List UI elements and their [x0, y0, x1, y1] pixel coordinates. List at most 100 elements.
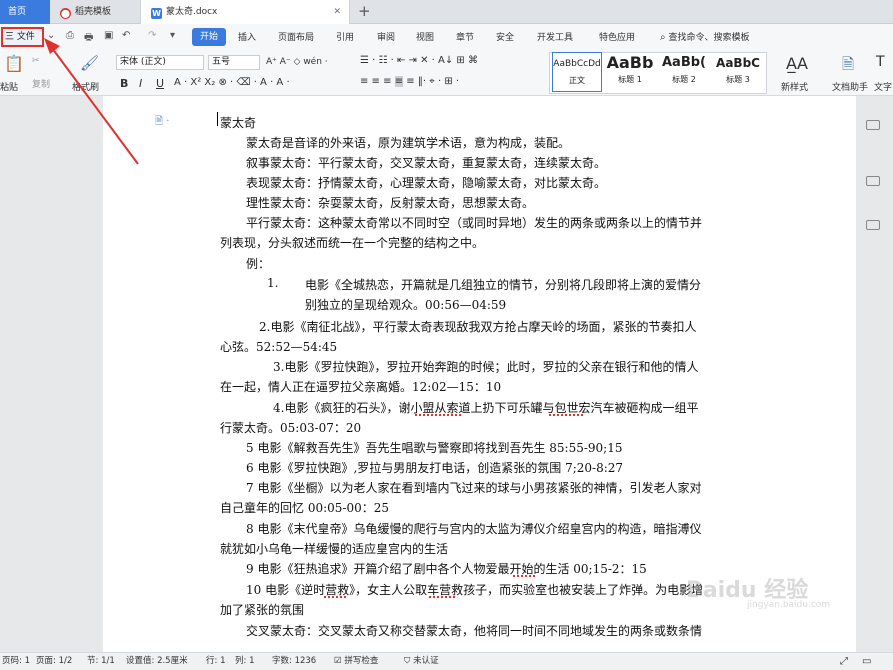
style-heading-1-label: 标题 1 — [618, 75, 642, 84]
doc-line: 列表现，分头叙述而统一在一个完整的结构之中。 — [220, 236, 485, 250]
view-mode-icon[interactable]: ▭ — [862, 653, 871, 670]
word-doc-icon: W — [151, 8, 162, 19]
doc-line: 8 电影《末代皇帝》乌龟缓慢的爬行与宫内的太监为溥仪介绍皇宫内的构造，暗指溥仪 — [246, 522, 702, 536]
print-icon[interactable]: 🖶 — [84, 30, 93, 47]
doc-line: 2.电影《南征北战》，平行蒙太奇表现敌我双方抢占摩天岭的场面，紧张的节奏扣人 — [259, 320, 697, 334]
search-command[interactable]: ⌕ 查找命令、搜索模板 — [660, 30, 750, 43]
doc-line: 7 电影《坐橱》以为老人家在看到墙内飞过来的球与小男孩紧张的神情，引发老人家对 — [246, 481, 702, 495]
style-normal[interactable]: AaBbCcDd 正文 — [552, 52, 602, 92]
style-heading-2[interactable]: AaBb( 标题 2 — [658, 52, 710, 92]
bold-button[interactable]: B — [120, 77, 128, 90]
status-setting: 设置值: 2.5厘米 — [126, 656, 188, 666]
file-menu-button[interactable]: 三 文件 — [1, 27, 44, 47]
tab-chapter[interactable]: 章节 — [456, 30, 474, 43]
font-size-select[interactable]: 五号 — [208, 55, 260, 70]
doc-assistant-button[interactable]: 文档助手 — [832, 80, 868, 93]
sidebar-panel-icon[interactable] — [866, 176, 880, 186]
copy-button[interactable]: 复制 — [32, 77, 50, 90]
style-normal-label: 正文 — [569, 76, 585, 85]
doc-line: 行蒙太奇。05:03-07：20 — [220, 421, 362, 435]
tab-review[interactable]: 审阅 — [377, 30, 395, 43]
tab-bar: 首页 ⬤ 稻壳模板 W 蒙太奇.docx ✕ + — [0, 0, 893, 24]
doc-line: 3.电影《罗拉快跑》，罗拉开始奔跑的时候；此时，罗拉的父亲在银行和他的情人 — [273, 360, 699, 374]
cut-icon[interactable]: ✂ — [32, 56, 40, 66]
tab-start[interactable]: 开始 — [192, 28, 226, 46]
status-page-code: 页码: 1 — [2, 656, 30, 666]
font-grow-icon[interactable]: A⁺ A⁻ ◇ wén · — [266, 57, 328, 67]
tab-page-layout[interactable]: 页面布局 — [278, 30, 314, 43]
tab-document[interactable]: W 蒙太奇.docx ✕ — [140, 0, 350, 24]
doc-line: 理性蒙太奇：杂耍蒙太奇，反射蒙太奇，思想蒙太奇。 — [246, 196, 535, 210]
tab-document-label: 蒙太奇.docx — [166, 7, 218, 17]
style-normal-sample: AaBbCcDd — [553, 59, 601, 69]
paste-icon[interactable]: 📋 — [4, 54, 24, 73]
new-style-icon[interactable]: A̲A — [786, 54, 808, 73]
tab-template-label: 稻壳模板 — [75, 7, 112, 17]
save-icon[interactable]: ⎙ — [66, 30, 74, 41]
doc-line: 叙事蒙太奇：平行蒙太奇，交叉蒙太奇，重复蒙太奇，连续蒙太奇。 — [246, 156, 607, 170]
status-row: 行: 1 — [206, 656, 226, 666]
search-command-label: 查找命令、搜索模板 — [668, 33, 750, 43]
tab-features[interactable]: 特色应用 — [599, 30, 635, 43]
tab-insert[interactable]: 插入 — [238, 30, 256, 43]
doc-line: 9 电影《狂热追求》开篇介绍了剧中各个人物爱最开始的生活 00;15-2：15 — [246, 562, 647, 576]
tab-template[interactable]: ⬤ 稻壳模板 — [50, 0, 140, 24]
redo-icon[interactable]: ↷ — [148, 30, 156, 41]
sidebar-toggle-icon[interactable] — [866, 120, 880, 130]
search-icon: ⌕ — [660, 32, 666, 43]
close-icon[interactable]: ✕ — [333, 0, 341, 24]
add-tab-button[interactable]: + — [358, 0, 371, 24]
tab-view[interactable]: 视图 — [416, 30, 434, 43]
spell-check-label: 拼写检查 — [344, 656, 379, 666]
tab-home[interactable]: 首页 — [0, 0, 50, 24]
doc-line: 4.电影《疯狂的石头》，谢小盟从索道上扔下可乐罐与包世宏汽车被砸构成一组平 — [273, 401, 699, 415]
format-painter-button[interactable]: 格式刷 — [72, 80, 99, 93]
certification-label: 未认证 — [413, 656, 439, 666]
paragraph-menu-icon[interactable]: 🗎 · — [155, 114, 169, 131]
preview-icon[interactable]: ▣ — [104, 30, 113, 41]
doc-assistant-icon[interactable]: 🗎 — [842, 54, 854, 79]
align-icons[interactable]: ≡ ≡ ≡ ≡ ≡ ‖· ⌖ · ⊞ · — [360, 76, 459, 87]
spell-check[interactable]: ☑ 拼写检查 — [334, 653, 378, 670]
chevron-down-icon[interactable]: ⌄ — [47, 30, 55, 41]
style-heading-2-label: 标题 2 — [672, 75, 696, 84]
spell-error-underline — [549, 414, 585, 416]
style-heading-1[interactable]: AaBb 标题 1 — [604, 52, 656, 92]
status-words[interactable]: 字数: 1236 — [272, 653, 316, 670]
new-style-button[interactable]: 新样式 — [781, 80, 808, 93]
italic-button[interactable]: I — [139, 77, 142, 90]
text-cursor — [217, 112, 218, 126]
doc-line: 例： — [246, 257, 271, 271]
text-effect-icons[interactable]: A · X² X₂ ⊗ · ⌫ · A · A · — [174, 77, 290, 88]
doc-title: 蒙太奇 — [220, 116, 257, 130]
format-painter-icon[interactable]: 🖌 — [80, 54, 99, 72]
underline-button[interactable]: U — [156, 77, 164, 90]
doc-line: 交叉蒙太奇：交叉蒙太奇又称交替蒙太奇，他将同一时间不同地域发生的两条或数条情 — [246, 624, 703, 638]
style-heading-3[interactable]: AaBbC 标题 3 — [712, 52, 764, 92]
doc-line: 就犹如小乌龟一样缓慢的适应皇宫内的生活 — [220, 542, 449, 556]
status-pages[interactable]: 页面: 1/2 — [36, 653, 72, 670]
customize-icon[interactable]: ▾ — [170, 30, 175, 41]
tab-references[interactable]: 引用 — [336, 30, 354, 43]
spell-error-underline — [324, 596, 348, 598]
tab-home-label: 首页 — [8, 7, 27, 17]
font-name-select[interactable]: 宋体 (正文) — [116, 55, 204, 70]
tab-security[interactable]: 安全 — [496, 30, 514, 43]
list-icons[interactable]: ☰ · ☷ · ⇤ ⇥ ✕ · A↓ ⊞ ⌘ — [360, 55, 478, 66]
certification[interactable]: ⛉ 未认证 — [404, 653, 439, 670]
doc-line: 别独立的呈现给观众。00:56—04:59 — [305, 298, 507, 312]
document-page[interactable]: 🗎 · 蒙太奇 蒙太奇是音译的外来语，原为建筑学术语，意为构成，装配。 叙事蒙太… — [103, 96, 856, 652]
status-section: 节: 1/1 — [87, 656, 115, 666]
paste-button[interactable]: 粘贴 — [0, 80, 18, 93]
text-tool-button[interactable]: 文字 — [874, 80, 892, 93]
fullscreen-icon[interactable]: ⤢ — [840, 653, 848, 670]
undo-icon[interactable]: ↶ — [122, 30, 130, 41]
tab-developer[interactable]: 开发工具 — [537, 30, 573, 43]
doc-line: 心弦。52:52—54:45 — [220, 340, 338, 354]
sidebar-nav-icon[interactable] — [866, 220, 880, 230]
doc-line: 1. — [267, 276, 279, 290]
left-margin-area — [0, 96, 103, 652]
text-tool-icon[interactable]: T — [876, 54, 885, 70]
doc-line: 蒙太奇是音译的外来语，原为建筑学术语，意为构成，装配。 — [246, 136, 571, 150]
doc-line: 自己童年的回忆 00:05-00：25 — [220, 501, 389, 515]
